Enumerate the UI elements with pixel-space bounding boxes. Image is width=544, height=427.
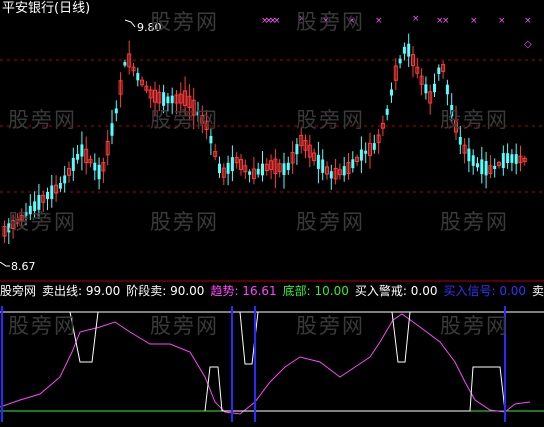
candle-body — [63, 175, 67, 184]
candle-body — [424, 84, 428, 94]
watermark: 股旁网 — [8, 314, 77, 338]
candle-body — [209, 135, 213, 144]
indicator-legend: 股旁网 卖出线: 99.00 阶段卖: 90.00 趋势: 16.61 底部: 10.0… — [0, 283, 544, 299]
legend-item: 趋势: 16.61 — [210, 284, 277, 298]
candle-body — [471, 155, 475, 166]
sell-signal-marker: × — [375, 16, 383, 26]
candle-body — [286, 162, 290, 171]
candle-body — [501, 153, 505, 169]
candle-body — [484, 161, 488, 176]
candle-body — [218, 163, 221, 173]
watermark: 股旁网 — [440, 210, 509, 234]
candle-body — [493, 165, 497, 170]
sell-signal-marker: × — [273, 16, 281, 26]
watermark: 股旁网 — [150, 108, 219, 132]
sell-signal-marker: × — [524, 16, 532, 26]
watermark: 股旁网 — [150, 10, 219, 34]
candle-body — [385, 108, 389, 115]
watermark: 股旁网 — [296, 108, 365, 132]
buy-alert-line — [204, 366, 506, 412]
candle-body — [282, 163, 286, 176]
candle-body — [351, 159, 355, 169]
watermark: 股旁网 — [150, 314, 219, 338]
candle-body — [364, 150, 368, 154]
candle-body — [166, 96, 170, 104]
candle-body — [295, 144, 299, 155]
low-price-label: 8.67 — [11, 260, 36, 273]
candle-body — [433, 83, 436, 93]
candle-body — [226, 162, 230, 174]
price-chart-panel[interactable]: × × × × × × × × × × × × × × ◇ 平安银行(日线) 9.80 8.67 — [0, 0, 544, 282]
signal-marker: ◇ — [524, 39, 532, 50]
candle-body — [123, 62, 127, 66]
candle-body — [316, 154, 320, 169]
candle-body — [114, 108, 118, 114]
candle-body — [372, 143, 376, 150]
candle-body — [445, 84, 449, 95]
candle-body — [136, 73, 140, 81]
candle-body — [398, 58, 402, 64]
candle-body — [476, 163, 479, 168]
candle-body — [506, 153, 510, 164]
watermark: 股旁网 — [150, 210, 219, 234]
candle-body — [50, 185, 54, 200]
watermark: 股旁网 — [440, 108, 509, 132]
candle-body — [71, 157, 75, 171]
window-title: 平安银行(日线) — [2, 1, 91, 16]
candle-body — [256, 168, 260, 175]
candle-body — [458, 136, 462, 145]
candle-body — [437, 67, 441, 75]
legend-item: 买入信号: 0.00 — [443, 284, 527, 298]
legend-item: 卖出警戒 — [532, 284, 544, 298]
candle-body — [510, 154, 514, 163]
sell-signal-marker: × — [442, 16, 450, 26]
candle-body — [46, 191, 49, 200]
candle-body — [467, 148, 471, 162]
legend-item: 卖出线: 99.00 — [42, 284, 121, 298]
candle-body — [329, 171, 333, 179]
candle-body — [80, 144, 84, 157]
candle-body — [407, 43, 411, 57]
candle-body — [76, 153, 80, 160]
legend-item: 底部: 10.00 — [282, 284, 349, 298]
low-marker — [0, 261, 10, 267]
legend-item: 阶段卖: 90.00 — [126, 284, 205, 298]
watermark: 股旁网 — [296, 10, 365, 34]
candle-body — [58, 182, 62, 189]
candle-body — [402, 46, 406, 54]
legend-item: 买入警戒: 0.00 — [354, 284, 438, 298]
candle-body — [230, 157, 234, 172]
candle-body — [321, 159, 325, 173]
candle-body — [514, 154, 518, 164]
watermark: 股旁网 — [440, 314, 509, 338]
candlestick-chart[interactable]: ×××× × × × × × ×× × × ×◇ — [0, 0, 544, 282]
watermark: 股旁网 — [296, 210, 365, 234]
candle-body — [480, 159, 484, 175]
high-marker — [124, 19, 136, 28]
candle-body — [359, 149, 363, 161]
candle-body — [342, 166, 346, 176]
candle-body — [97, 164, 101, 180]
candle-body — [170, 95, 174, 104]
sell-signal-marker: × — [498, 16, 506, 26]
watermark: 股旁网 — [8, 210, 77, 234]
candle-body — [248, 171, 252, 175]
candle-body — [93, 162, 97, 171]
watermark: 股旁网 — [296, 314, 365, 338]
indicator-panel[interactable] — [0, 282, 544, 427]
watermark: 股旁网 — [8, 108, 77, 132]
candle-body — [110, 123, 114, 136]
candle-body — [261, 163, 264, 176]
sell-signal-marker: × — [412, 14, 420, 24]
legend-item: 股旁网 — [0, 284, 37, 298]
indicator-chart[interactable] — [0, 282, 544, 427]
candle-body — [390, 89, 393, 96]
sell-signal-marker: × — [470, 16, 478, 26]
